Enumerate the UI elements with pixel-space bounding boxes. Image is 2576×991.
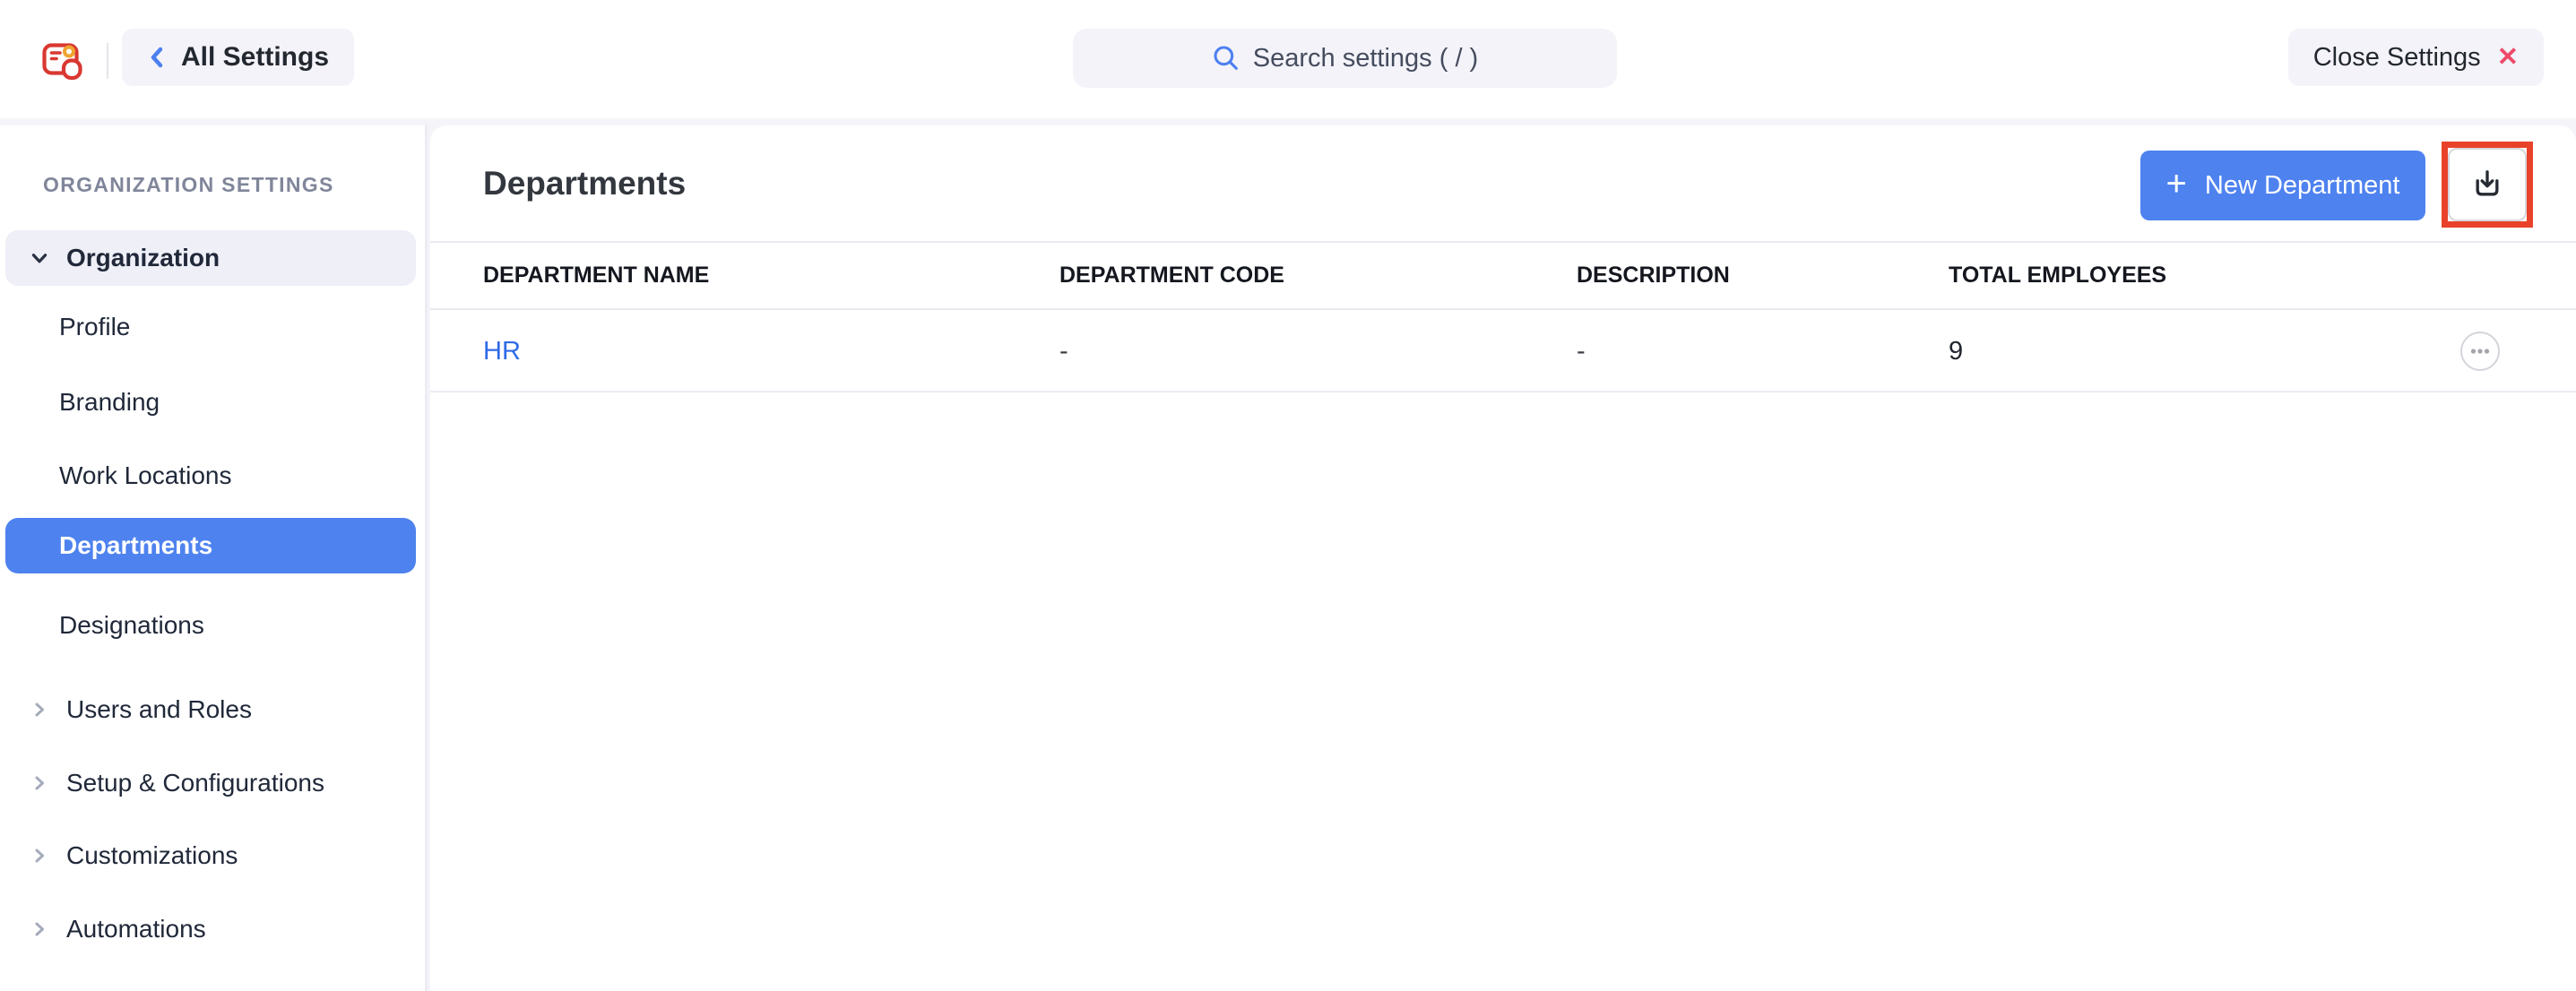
chevron-left-icon xyxy=(147,44,167,71)
sidebar-group-users-and-roles[interactable]: Users and Roles xyxy=(5,682,416,737)
table-row: HR - - 9 xyxy=(430,312,2576,392)
sidebar-group-label: Automations xyxy=(66,915,206,944)
sidebar-group-label: Users and Roles xyxy=(66,695,252,724)
topbar-divider xyxy=(107,43,108,79)
app-logo-icon xyxy=(41,38,84,81)
settings-sidebar: ORGANIZATION SETTINGS Organization Profi… xyxy=(0,125,428,991)
sidebar-group-label: Setup & Configurations xyxy=(66,769,324,797)
all-settings-back-button[interactable]: All Settings xyxy=(122,29,354,86)
column-header-department-code: DEPARTMENT CODE xyxy=(1059,263,1577,289)
column-header-total-employees: TOTAL EMPLOYEES xyxy=(1949,263,2576,289)
sidebar-item-designations[interactable]: Designations xyxy=(5,598,416,653)
chevron-down-icon xyxy=(29,247,50,269)
plus-icon: + xyxy=(2166,166,2187,202)
sidebar-item-label: Designations xyxy=(59,611,204,640)
sidebar-item-departments[interactable]: Departments xyxy=(5,518,416,573)
sidebar-item-branding[interactable]: Branding xyxy=(5,375,416,430)
sidebar-item-label: Branding xyxy=(59,388,160,417)
search-placeholder-text: Search settings ( / ) xyxy=(1253,44,1478,73)
close-settings-label: Close Settings xyxy=(2313,43,2481,73)
column-header-department-name: DEPARTMENT NAME xyxy=(483,263,1059,289)
all-settings-label: All Settings xyxy=(181,42,329,73)
chevron-right-icon xyxy=(29,919,50,939)
close-x-icon: ✕ xyxy=(2497,45,2519,71)
sidebar-item-label: Work Locations xyxy=(59,461,231,490)
sidebar-group-label: Customizations xyxy=(66,841,238,870)
sidebar-item-label: Profile xyxy=(59,313,130,341)
annotation-highlight-box xyxy=(2442,142,2533,228)
close-settings-button[interactable]: Close Settings ✕ xyxy=(2288,29,2544,86)
chevron-right-icon xyxy=(29,846,50,866)
search-icon xyxy=(1212,44,1240,73)
departments-table-header: DEPARTMENT NAME DEPARTMENT CODE DESCRIPT… xyxy=(430,241,2576,310)
department-code-cell: - xyxy=(1059,337,1577,366)
chevron-right-icon xyxy=(29,773,50,793)
sidebar-group-automations[interactable]: Automations xyxy=(5,901,416,957)
sidebar-item-label: Departments xyxy=(59,531,212,560)
search-settings-input[interactable]: Search settings ( / ) xyxy=(1073,29,1617,88)
new-department-button[interactable]: + New Department xyxy=(2140,151,2425,220)
ellipsis-icon xyxy=(2459,331,2501,372)
sidebar-group-setup-configurations[interactable]: Setup & Configurations xyxy=(5,755,416,811)
import-download-icon xyxy=(2469,167,2505,203)
sidebar-group-label: Organization xyxy=(66,244,220,272)
chevron-right-icon xyxy=(29,700,50,720)
import-departments-button[interactable] xyxy=(2448,148,2527,221)
department-name-link[interactable]: HR xyxy=(483,337,1059,366)
departments-panel: Departments + New Department DEPARTMENT … xyxy=(430,125,2576,991)
sidebar-item-profile[interactable]: Profile xyxy=(5,299,416,355)
sidebar-item-work-locations[interactable]: Work Locations xyxy=(5,448,416,504)
page-title: Departments xyxy=(483,165,686,203)
sidebar-group-customizations[interactable]: Customizations xyxy=(5,828,416,883)
column-header-description: DESCRIPTION xyxy=(1577,263,1949,289)
top-bar: All Settings Search settings ( / ) Close… xyxy=(0,0,2576,118)
sidebar-group-organization[interactable]: Organization xyxy=(5,230,416,286)
new-department-label: New Department xyxy=(2205,171,2400,201)
row-actions-button[interactable] xyxy=(2459,331,2501,372)
sidebar-section-label: ORGANIZATION SETTINGS xyxy=(43,173,334,197)
description-cell: - xyxy=(1577,337,1949,366)
